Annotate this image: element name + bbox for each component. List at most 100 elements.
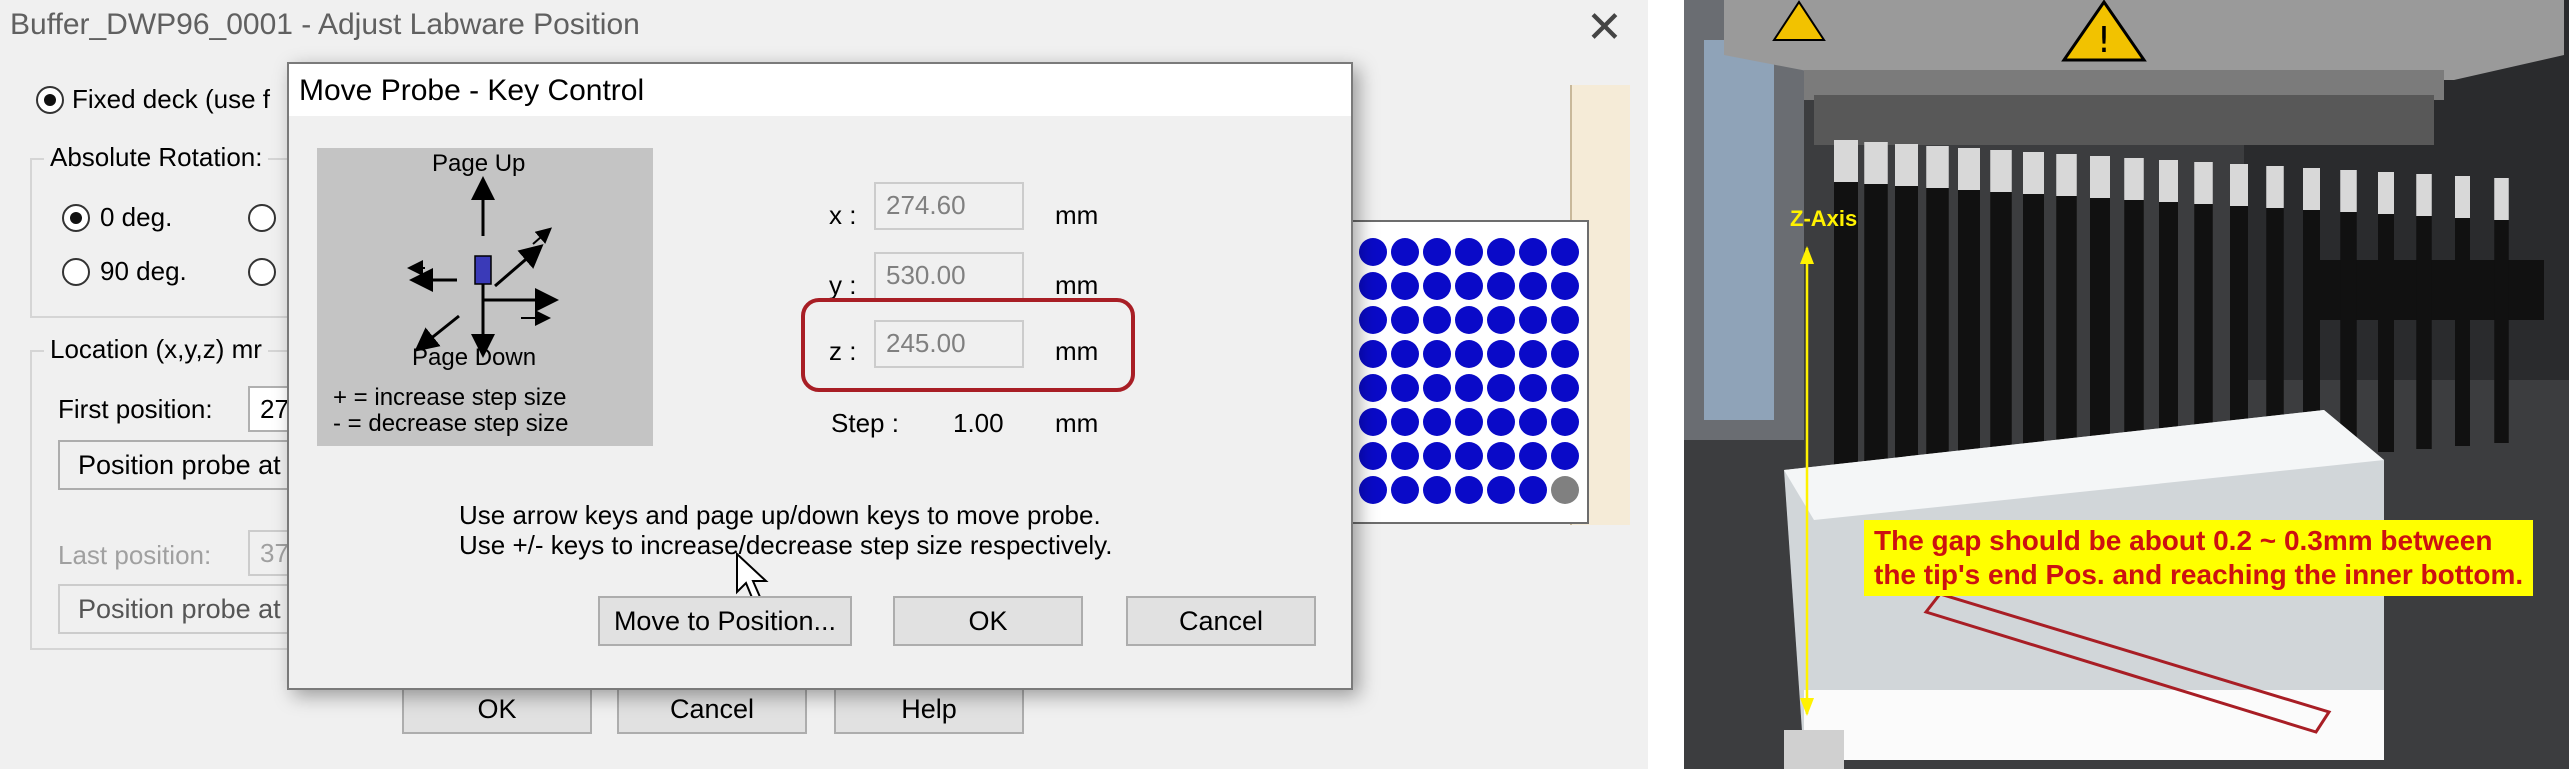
plate-well (1391, 340, 1419, 368)
z-unit: mm (1055, 336, 1099, 366)
probe-ok-button[interactable]: OK (893, 596, 1083, 646)
plate-well (1391, 476, 1419, 504)
plate-well (1391, 272, 1419, 300)
plate-well (1487, 374, 1515, 402)
z-label: z : (829, 336, 857, 366)
close-icon[interactable]: ✕ (1586, 2, 1623, 53)
plate-well (1551, 442, 1579, 470)
tip-collar (2378, 172, 2394, 214)
step-label: Step : (831, 408, 899, 438)
plate-well (1487, 340, 1515, 368)
plate-well (1487, 272, 1515, 300)
first-position-label: First position: (58, 394, 213, 424)
position-probe-button-1[interactable]: Position probe at (58, 440, 308, 490)
tip-collar (1990, 150, 2012, 192)
tip-collar (1834, 140, 1858, 182)
decrease-hint: - = decrease step size (333, 410, 569, 437)
plate-well (1423, 238, 1451, 266)
location-group-label: Location (x,y,z) mr (44, 334, 268, 365)
rotation-group-label: Absolute Rotation: (44, 142, 269, 173)
bg-cancel-button[interactable]: Cancel (617, 684, 807, 734)
step-value: 1.00 (953, 408, 1004, 438)
plate-well (1487, 476, 1515, 504)
plate-well (1551, 374, 1579, 402)
rotation-0-radio[interactable] (62, 204, 90, 232)
rotation-90-radio[interactable] (62, 258, 90, 286)
plate-well (1391, 408, 1419, 436)
fixed-deck-radio[interactable] (36, 86, 64, 114)
tip-collar (2416, 174, 2432, 216)
y-value-field[interactable]: 530.00 (874, 252, 1024, 300)
rotation-180-radio[interactable] (248, 204, 276, 232)
rotation-group (30, 158, 300, 318)
instructions-line-2: Use +/- keys to increase/decrease step s… (459, 530, 1113, 560)
gap-note: The gap should be about 0.2 ~ 0.3mm betw… (1864, 520, 2534, 596)
probe-cancel-button[interactable]: Cancel (1126, 596, 1316, 646)
fixed-deck-label: Fixed deck (use f (72, 84, 270, 114)
rotation-270-radio[interactable] (248, 258, 276, 286)
plate-well (1391, 238, 1419, 266)
plate-well (1487, 306, 1515, 334)
plate-wells (1359, 238, 1579, 504)
plate-well (1423, 408, 1451, 436)
plate-preview (1353, 220, 1589, 524)
move-to-position-button[interactable]: Move to Position... (598, 596, 852, 646)
plate-well (1359, 408, 1387, 436)
plate-well (1551, 408, 1579, 436)
pipette-tip (2494, 218, 2509, 443)
dialog-title-bar: Move Probe - Key Control (289, 64, 1351, 116)
last-position-label: Last position: (58, 540, 212, 570)
svg-text:!: ! (2097, 20, 2111, 61)
rotation-90-label: 90 deg. (100, 256, 187, 286)
y-unit: mm (1055, 270, 1099, 300)
tip-collar (2303, 168, 2320, 210)
plate-well (1487, 408, 1515, 436)
pipette-tip (1990, 190, 2012, 485)
plate-well (1455, 408, 1483, 436)
tip-collar (1864, 142, 1888, 184)
plate-well (1551, 306, 1579, 334)
pipette-tip (2090, 196, 2110, 476)
pipette-tip (2455, 216, 2470, 446)
plate-well (1423, 340, 1451, 368)
bg-help-button[interactable]: Help (834, 684, 1024, 734)
plate-well (1423, 442, 1451, 470)
z-axis-label: Z-Axis (1790, 206, 1858, 231)
plate-well (1519, 442, 1547, 470)
plate-well (1423, 476, 1451, 504)
tip-collar (2266, 166, 2284, 208)
y-label: y : (829, 270, 857, 300)
dialog-screenshot: Buffer_DWP96_0001 - Adjust Labware Posit… (0, 0, 1648, 769)
tip-collar (2023, 152, 2044, 194)
pipette-tip (2416, 214, 2432, 449)
plate-well (1359, 340, 1387, 368)
pipette-tip (2340, 210, 2357, 455)
gap-note-line-2: the tip's end Pos. and reaching the inne… (1874, 559, 2524, 590)
pipette-tip (2056, 194, 2077, 479)
plate-well (1519, 476, 1547, 504)
tip-collar (2056, 154, 2077, 196)
page-down-label: Page Down (412, 344, 537, 371)
pipette-tip (1895, 184, 1918, 494)
plate-well (1551, 476, 1579, 504)
bg-ok-button[interactable]: OK (402, 684, 592, 734)
key-control-diagram: Page Up Page Down + = increase step size… (317, 148, 653, 446)
instrument-photo: ! Z-Axis The gap should be about 0.2 ~ 0… (1684, 0, 2569, 769)
pipette-tip (2023, 192, 2044, 482)
plate-well (1391, 306, 1419, 334)
plate-well (1423, 306, 1451, 334)
position-probe-button-2[interactable]: Position probe at (58, 584, 308, 634)
move-probe-dialog: Move Probe - Key Control Page Up Page Do… (287, 62, 1353, 690)
plate-well (1519, 238, 1547, 266)
x-value-field[interactable]: 274.60 (874, 182, 1024, 230)
plate-well (1359, 442, 1387, 470)
tip-collar (1958, 148, 1980, 190)
pipette-tip (2378, 212, 2394, 452)
tip-collar (2194, 162, 2213, 204)
plate-well (1455, 238, 1483, 266)
tip-collar (2230, 164, 2248, 206)
tip-collar (1895, 144, 1918, 186)
z-value-field[interactable]: 245.00 (874, 320, 1024, 368)
plate-well (1455, 340, 1483, 368)
increase-hint: + = increase step size (333, 384, 567, 411)
